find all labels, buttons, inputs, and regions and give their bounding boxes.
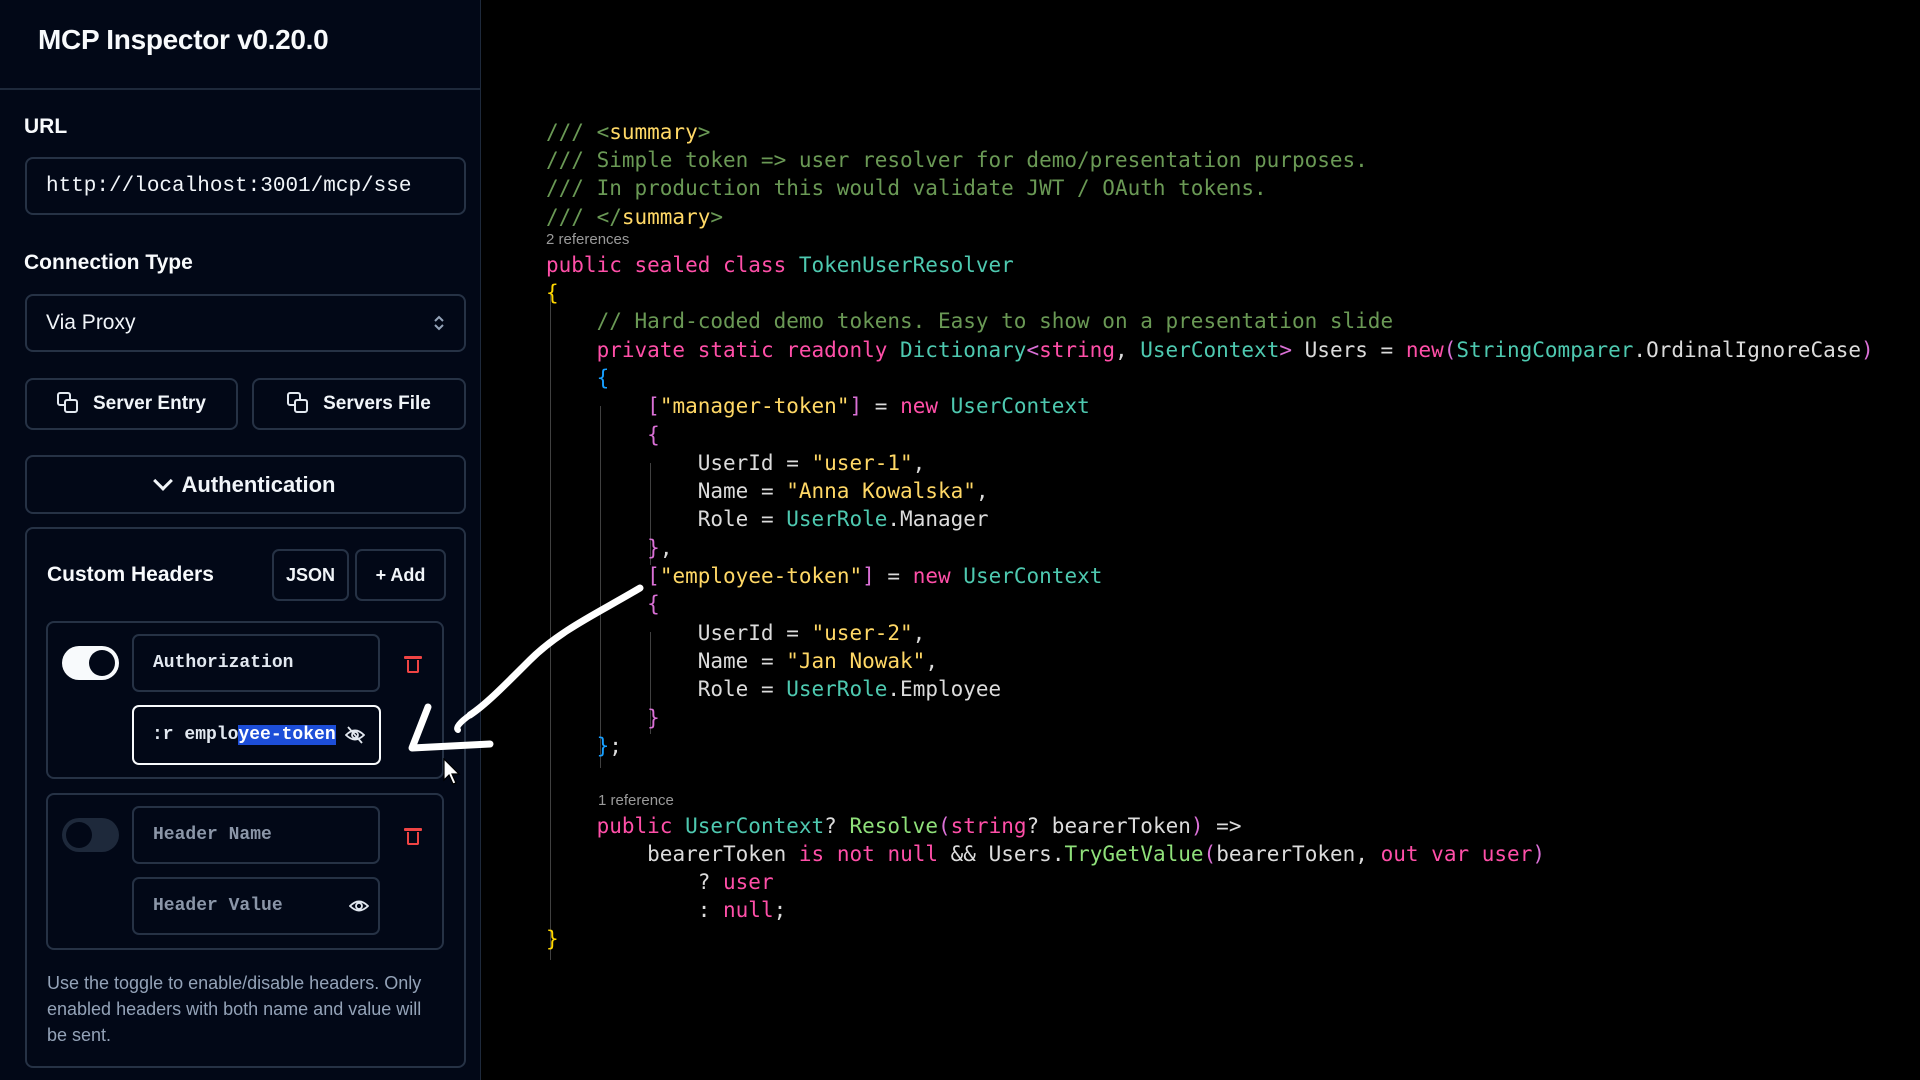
mouse-cursor-icon	[443, 758, 461, 785]
annotation-arrow	[408, 584, 644, 752]
